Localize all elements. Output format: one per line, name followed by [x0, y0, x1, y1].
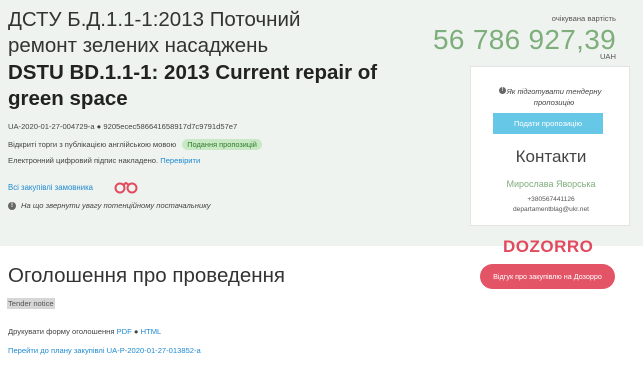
tender-hash: 9205ecec586641658917d7c9791d57e7	[103, 122, 238, 131]
procurement-plan-link[interactable]: Перейти до плану закупівлі UA-P-2020-01-…	[8, 346, 201, 355]
print-html-link[interactable]: HTML	[141, 327, 162, 336]
print-pdf-link[interactable]: PDF	[117, 327, 132, 336]
print-label: Друкувати форму оголошення	[8, 327, 115, 336]
tender-id: UA-2020-01-27-004729-a	[8, 122, 95, 131]
signature-text: Електронний цифровий підпис накладено.	[8, 156, 159, 165]
tender-title-en: DSTU BD.1.1-1: 2013 Current repair of gr…	[8, 61, 378, 110]
contact-email: departamentblag@ukr.net	[513, 206, 589, 213]
dozorro-logo: DOZORRO	[503, 237, 594, 256]
info-icon: !	[8, 201, 16, 210]
tender-notice-label: Tender notice	[7, 298, 55, 309]
binoculars-icon[interactable]	[113, 180, 139, 194]
submit-proposal-button[interactable]: Подати пропозицію	[493, 113, 603, 134]
tender-id-line: UA-2020-01-27-004729-a ● 9205ecec5866416…	[8, 122, 237, 131]
supplier-warning[interactable]: ! На що звернути увагу потенційному пост…	[8, 201, 211, 210]
procedure-type: Відкриті торги з публікацією англійською…	[8, 140, 177, 149]
dozorro-review-button[interactable]: Відгук про закупівлю на Дозорро	[480, 264, 615, 289]
buyer-purchases-link[interactable]: Всі закупівлі замовника	[8, 183, 93, 192]
howto-prepare-link[interactable]: Як підготувати тендерну пропозицію	[504, 86, 604, 108]
contact-name: Мирослава Яворська	[506, 179, 596, 189]
procedure-line: Відкриті торги з публікацією англійською…	[8, 139, 262, 150]
verify-signature-link[interactable]: Перевірити	[160, 156, 200, 165]
separator-dot: ●	[133, 327, 141, 336]
contact-phone: +380567441126	[527, 196, 575, 203]
supplier-warning-text: На що звернути увагу потенційному постач…	[21, 201, 211, 210]
announcement-title: Оголошення про проведення	[8, 264, 286, 287]
print-form-line: Друкувати форму оголошення PDF ● HTML	[8, 327, 161, 336]
action-card: ! Як підготувати тендерну пропозицію Под…	[470, 66, 630, 226]
tender-title-ua: ДСТУ Б.Д.1.1-1:2013 Поточний ремонт зеле…	[8, 8, 301, 57]
contacts-title: Контакти	[515, 147, 587, 166]
status-badge: Подання пропозицій	[182, 139, 262, 150]
price-value: 56 786 927,39	[433, 24, 616, 55]
signature-line: Електронний цифровий підпис накладено. П…	[8, 156, 200, 165]
price-currency: UAH	[599, 52, 616, 61]
price-label: очікувана вартість	[551, 14, 616, 23]
